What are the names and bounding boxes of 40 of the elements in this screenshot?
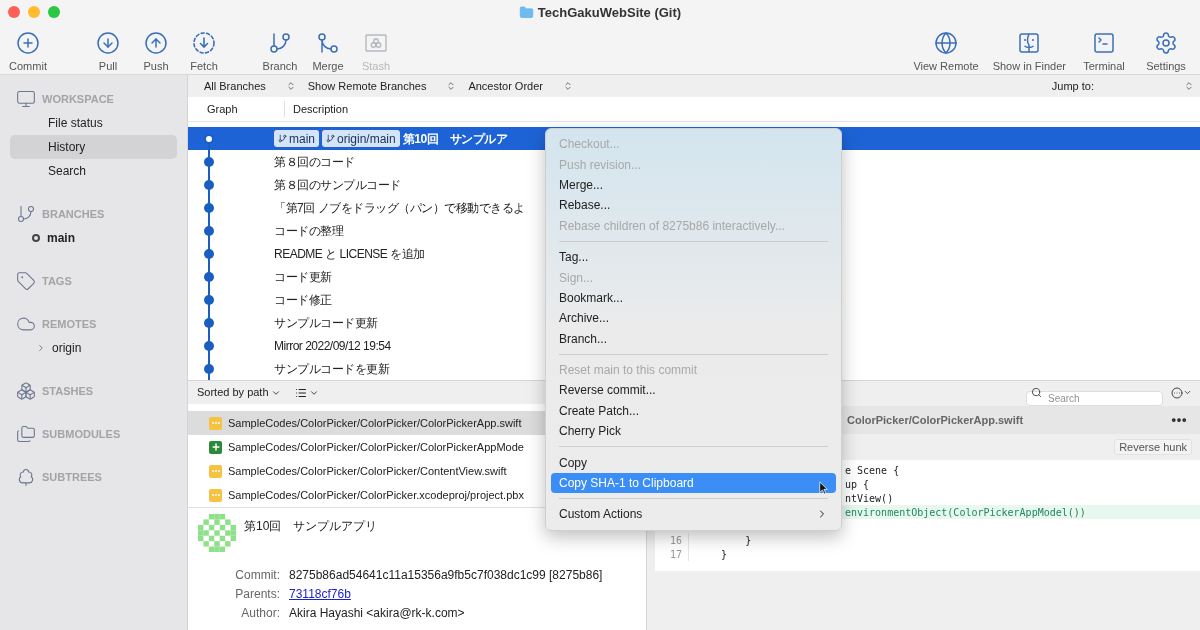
section-heading: SUBTREES bbox=[42, 469, 102, 485]
code-line: } bbox=[744, 533, 752, 548]
commit-message: 第８回のコード bbox=[274, 153, 355, 171]
code-line: e Scene { bbox=[845, 463, 900, 478]
window-title: TechGakuWebSite (Git) bbox=[537, 3, 682, 22]
commit-message: 「第7回 ノブをドラッグ（パン）で移動できるよ bbox=[274, 199, 525, 217]
section-heading: WORKSPACE bbox=[42, 91, 114, 107]
commit-message: コードの整理 bbox=[274, 222, 343, 240]
commit-message: 第８回のサンプルコード bbox=[274, 176, 401, 194]
file-path: SampleCodes/ColorPicker/ColorPicker/ColorPickerAppMode bbox=[228, 439, 524, 455]
diff-file-path: ColorPicker/ColorPickerApp.swift bbox=[847, 412, 1024, 428]
section-heading: BRANCHES bbox=[42, 206, 105, 222]
file-path: SampleCodes/ColorPicker/ColorPicker.xcodeproj/project.pbx bbox=[228, 487, 524, 503]
field-label: Parents: bbox=[234, 585, 281, 603]
section-heading: SUBMODULES bbox=[42, 426, 121, 442]
section-heading: TAGS bbox=[42, 273, 72, 289]
section-heading: STASHES bbox=[42, 383, 94, 399]
commit-message: コード修正 bbox=[274, 291, 332, 309]
code-line: ntView() bbox=[845, 491, 894, 506]
branch-label: main bbox=[274, 130, 319, 147]
file-path: SampleCodes/ColorPicker/ColorPicker/ColorPickerApp.swift bbox=[228, 415, 522, 431]
commit-message: Mirror 2022/09/12 19:54 bbox=[274, 337, 391, 355]
commit-message: 第10回 サンプルア bbox=[402, 130, 508, 148]
code-line: environmentObject(ColorPickerAppModel()) bbox=[845, 505, 1086, 520]
code-line: up { bbox=[845, 477, 870, 492]
field-label: Author: bbox=[240, 604, 281, 622]
commit-message: README と LICENSE を追加 bbox=[274, 245, 425, 263]
commit-message: サンプルコードを更新 bbox=[274, 360, 389, 378]
commit-message: サンプルコード更新 bbox=[274, 314, 378, 332]
file-path: SampleCodes/ColorPicker/ColorPicker/ContentView.swift bbox=[228, 463, 507, 479]
commit-message: コード更新 bbox=[274, 268, 332, 286]
branch-label: origin/main bbox=[322, 130, 400, 147]
field-value: Akira Hayashi <akira@rk-k.com> bbox=[289, 604, 465, 622]
code-line: } bbox=[720, 547, 728, 562]
commit-title: 第10回 サンプルアプリ bbox=[244, 518, 378, 535]
field-label: Commit: bbox=[234, 566, 281, 584]
field-value: 8275b86ad54641c11a15356a9fb5c7f038dc1c99 [8275b86] bbox=[289, 566, 603, 584]
line-number: 16 bbox=[669, 533, 682, 548]
section-heading: REMOTES bbox=[42, 316, 97, 332]
line-number: 17 bbox=[669, 547, 682, 562]
